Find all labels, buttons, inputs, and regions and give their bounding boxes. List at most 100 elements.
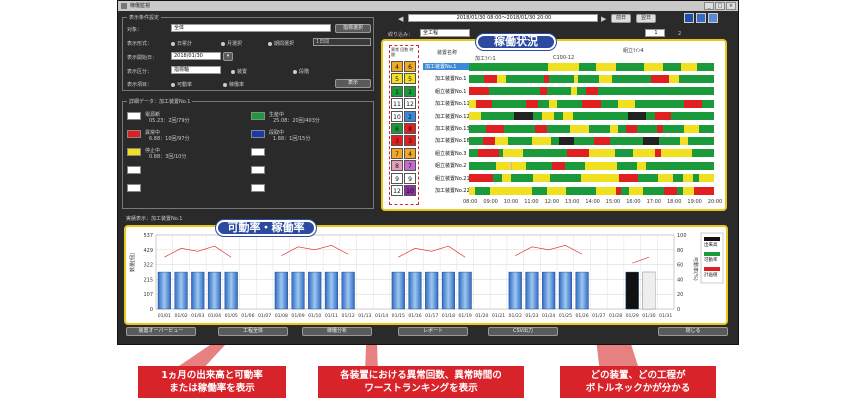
footer-button[interactable]: 装置オーバービュー	[126, 327, 196, 336]
items-label: 表示項目：	[127, 82, 153, 88]
prev-arrow-icon[interactable]: ◀	[398, 15, 403, 23]
gantt-segment	[506, 74, 523, 83]
gantt-segment	[610, 124, 619, 133]
detail-swatch	[251, 112, 265, 120]
start-date-input[interactable]: 2018/01/30	[171, 52, 221, 60]
gantt-segment	[581, 99, 602, 108]
bar	[291, 271, 305, 310]
gantt-bar[interactable]	[469, 161, 714, 170]
gantt-segment	[534, 124, 548, 133]
next-arrow-icon[interactable]: ▶	[601, 15, 606, 23]
next-day-button[interactable]: 翌日	[636, 14, 656, 23]
gantt-bar[interactable]	[469, 186, 714, 195]
footer-button[interactable]: CSV出力	[488, 327, 558, 336]
gantt-segment	[540, 149, 555, 158]
gantt-segment	[584, 161, 602, 170]
gantt-bar[interactable]	[469, 112, 714, 121]
gantt-segment	[538, 136, 552, 145]
callout-right: どの装置、どの工程が ボトルネックかが分かる	[560, 366, 716, 398]
machine-name[interactable]: 加工装置No.11	[435, 100, 470, 107]
gantt-segment	[609, 87, 624, 96]
gantt-segment	[601, 99, 619, 108]
gantt-bar[interactable]	[469, 136, 714, 145]
footer-button[interactable]: 工程全体	[218, 327, 288, 336]
format-opt-1[interactable]: 日累計	[171, 40, 192, 47]
group-dropdown[interactable]: 全工程	[420, 29, 470, 37]
grid-view-icon[interactable]	[684, 13, 694, 23]
calendar-icon[interactable]: ▾	[223, 52, 233, 61]
format-opt-2[interactable]: 月選択	[221, 40, 242, 47]
machine-name[interactable]: 組立装置No.21	[435, 175, 470, 182]
machine-name[interactable]: 加工装置No.1	[423, 63, 469, 70]
gantt-segment	[658, 174, 673, 183]
rank-count-cell: 4	[391, 61, 403, 72]
callout-mid: 各装置における異常回数、異常時間の ワーストランキングを表示	[318, 366, 524, 398]
x-tick: 01/05	[225, 313, 238, 319]
gantt-segment	[532, 174, 550, 183]
gantt-bar[interactable]	[469, 62, 714, 71]
items-opt-2[interactable]: 稼働率	[223, 81, 244, 88]
gantt-segment	[486, 124, 505, 133]
minimize-button[interactable]: _	[704, 2, 714, 10]
gantt-bar[interactable]	[469, 74, 714, 83]
gantt-segment	[499, 62, 516, 71]
line-input[interactable]: 全体	[171, 24, 331, 32]
machine-name[interactable]: 加工装置No.12	[435, 113, 470, 120]
detail-swatch	[127, 112, 141, 120]
format-dropdown[interactable]: 1日間	[313, 38, 371, 46]
rank-count-cell: 6	[391, 123, 403, 134]
machine-name[interactable]: 組立装置No.1	[435, 88, 466, 95]
radio-icon	[231, 69, 235, 74]
unit-dropdown[interactable]: 指標軸	[171, 66, 221, 74]
gantt-segment	[678, 149, 692, 158]
gantt-segment	[708, 99, 714, 108]
machine-name[interactable]: 組立装置No.3	[435, 150, 466, 157]
gantt-bar[interactable]	[469, 174, 714, 183]
gantt-segment	[662, 62, 682, 71]
show-button[interactable]: 表示	[335, 79, 371, 88]
group-name-1: 加工ﾗｲﾝ1	[475, 56, 496, 62]
machine-name[interactable]: 加工装置No.1	[435, 75, 466, 82]
gantt-segment	[497, 74, 507, 83]
gantt-segment	[577, 124, 590, 133]
machine-name[interactable]: 加工装置No.13	[435, 125, 470, 132]
rank-time-cell: 6	[404, 61, 416, 72]
gantt-segment	[481, 112, 489, 121]
machine-name[interactable]: 加工装置No.22	[435, 187, 470, 194]
machine-name[interactable]: 組立装置No.2	[435, 162, 466, 169]
chart-view-icon[interactable]	[696, 13, 706, 23]
gantt-segment	[469, 74, 484, 83]
gantt-segment	[663, 186, 677, 195]
items-opt-1[interactable]: 可動率	[171, 81, 192, 88]
detail-swatch	[127, 130, 141, 138]
select-button[interactable]: 指標選択	[335, 24, 371, 33]
unit-opt-2[interactable]: 段階	[293, 68, 309, 75]
group-name-3: 組立ﾗｲﾝ4	[623, 48, 644, 54]
gantt-segment	[603, 149, 615, 158]
gantt-view-icon[interactable]	[708, 13, 718, 23]
gantt-segment	[668, 74, 679, 83]
prev-day-button[interactable]: 前日	[611, 14, 631, 23]
format-opt-3[interactable]: 期間選択	[268, 40, 294, 47]
gantt-bar[interactable]	[469, 87, 714, 96]
page-input[interactable]: 1	[645, 29, 665, 37]
footer-button[interactable]: 閉じる	[658, 327, 728, 336]
footer-button[interactable]: レポート	[398, 327, 468, 336]
gantt-segment	[597, 87, 610, 96]
gantt-bar[interactable]	[469, 149, 714, 158]
gantt-segment	[501, 174, 512, 183]
maximize-button[interactable]: □	[715, 2, 725, 10]
gantt-segment	[688, 136, 707, 145]
gantt-bar[interactable]	[469, 99, 714, 108]
gantt-segment	[634, 99, 648, 108]
unit-opt-1[interactable]: 装置	[231, 68, 247, 75]
gantt-segment	[511, 174, 533, 183]
machine-name[interactable]: 加工装置No.18	[435, 137, 470, 144]
gantt-bar[interactable]	[469, 124, 714, 133]
detail-value: 05.23：2回/79分	[149, 118, 190, 124]
gantt-segment	[522, 124, 535, 133]
gantt-segment	[533, 112, 543, 121]
footer-button[interactable]: 稼働分析	[302, 327, 372, 336]
close-button[interactable]: ×	[726, 2, 736, 10]
gantt-segment	[704, 74, 714, 83]
